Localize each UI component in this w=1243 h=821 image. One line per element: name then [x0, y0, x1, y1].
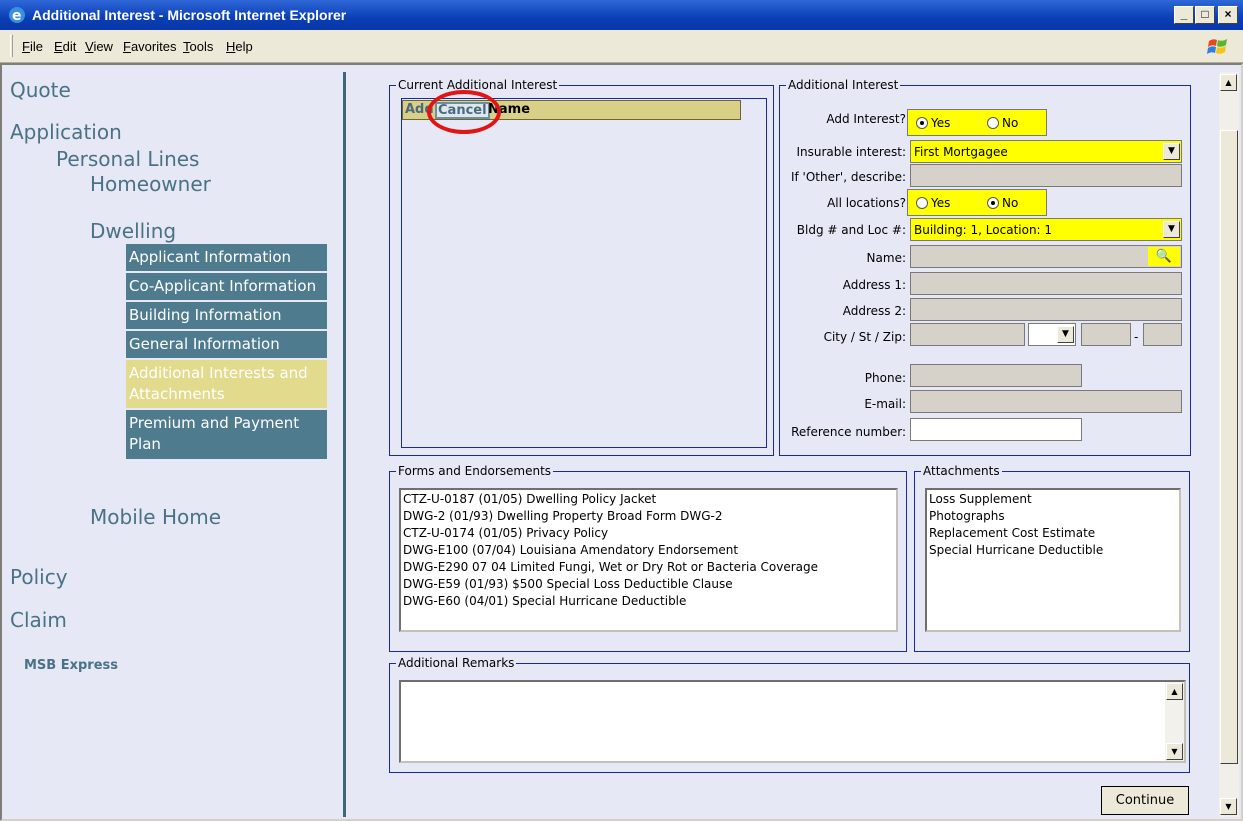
- scroll-up-icon[interactable]: ▲: [1166, 683, 1183, 700]
- left-navigation: Quote Application Personal Lines Homeown…: [10, 72, 346, 817]
- add-interest-label: Add Interest?: [826, 112, 906, 126]
- chevron-down-icon: ▼: [1163, 221, 1180, 238]
- city-input[interactable]: [910, 323, 1025, 346]
- toolbar-grip: [10, 35, 13, 57]
- nav-quote[interactable]: Quote: [10, 78, 71, 102]
- zip-extension-input[interactable]: [1143, 323, 1182, 346]
- chevron-down-icon: ▼: [1163, 143, 1180, 160]
- page-scrollbar[interactable]: ▲ ▼: [1219, 72, 1239, 817]
- list-item[interactable]: Replacement Cost Estimate: [929, 525, 1177, 542]
- insurable-interest-select[interactable]: First Mortgagee ▼: [910, 140, 1182, 163]
- scroll-down-icon[interactable]: ▼: [1166, 743, 1183, 760]
- list-item[interactable]: DWG-2 (01/93) Dwelling Property Broad Fo…: [403, 508, 894, 525]
- name-label: Name:: [866, 251, 906, 265]
- internet-explorer-icon: e: [9, 7, 25, 24]
- nav-homeowner[interactable]: Homeowner: [90, 172, 211, 196]
- list-item[interactable]: DWG-E59 (01/93) $500 Special Loss Deduct…: [403, 576, 894, 593]
- email-input[interactable]: [910, 390, 1182, 413]
- address1-label: Address 1:: [842, 278, 906, 292]
- menu-help[interactable]: Help: [226, 39, 253, 54]
- scrollbar-thumb[interactable]: [1220, 130, 1238, 764]
- remarks-legend: Additional Remarks: [398, 656, 515, 670]
- menu-view[interactable]: View: [85, 39, 113, 54]
- name-input[interactable]: 🔍: [910, 245, 1182, 268]
- nav-msb-express[interactable]: MSB Express: [24, 658, 118, 673]
- all-locations-radio-group: Yes No: [907, 189, 1047, 216]
- nav-building-information[interactable]: Building Information: [126, 302, 327, 331]
- bldg-loc-select[interactable]: Building: 1, Location: 1 ▼: [910, 218, 1182, 241]
- scroll-up-icon[interactable]: ▲: [1220, 74, 1237, 91]
- all-locations-yes-radio[interactable]: Yes: [916, 196, 950, 210]
- nav-applicant-information[interactable]: Applicant Information: [126, 244, 327, 273]
- menu-file[interactable]: File: [22, 39, 43, 54]
- nav-policy[interactable]: Policy: [10, 565, 68, 589]
- address2-input[interactable]: [910, 298, 1182, 321]
- scroll-down-icon[interactable]: ▼: [1220, 798, 1237, 815]
- chevron-down-icon: ▼: [1057, 326, 1074, 343]
- windows-logo-icon: [1207, 39, 1227, 54]
- insurable-interest-label: Insurable interest:: [796, 145, 906, 159]
- city-st-zip-label: City / St / Zip:: [823, 330, 906, 344]
- all-locations-no-radio[interactable]: No: [987, 196, 1018, 210]
- zip-dash: -: [1134, 330, 1139, 344]
- zip-input[interactable]: [1081, 323, 1131, 346]
- list-item[interactable]: Photographs: [929, 508, 1177, 525]
- attachments-legend: Attachments: [923, 464, 1000, 478]
- binoculars-icon[interactable]: 🔍: [1148, 247, 1180, 266]
- nav-mobile-home[interactable]: Mobile Home: [90, 505, 221, 529]
- nav-personal-lines[interactable]: Personal Lines: [56, 147, 199, 171]
- nav-dwelling[interactable]: Dwelling: [90, 219, 176, 243]
- state-select[interactable]: ▼: [1028, 323, 1076, 346]
- forms-list[interactable]: CTZ-U-0187 (01/05) Dwelling Policy Jacke…: [399, 488, 898, 632]
- list-item[interactable]: DWG-E290 07 04 Limited Fungi, Wet or Dry…: [403, 559, 894, 576]
- continue-button[interactable]: Continue: [1101, 786, 1189, 815]
- other-describe-input[interactable]: [910, 164, 1182, 187]
- additional-interest-legend: Additional Interest: [788, 78, 899, 92]
- list-item[interactable]: CTZ-U-0174 (01/05) Privacy Policy: [403, 525, 894, 542]
- all-locations-label: All locations?: [827, 196, 906, 210]
- menu-edit[interactable]: Edit: [54, 39, 76, 54]
- other-describe-label: If 'Other', describe:: [790, 170, 906, 184]
- email-label: E-mail:: [864, 397, 906, 411]
- phone-input[interactable]: [910, 364, 1082, 387]
- close-button[interactable]: ×: [1218, 6, 1238, 24]
- reference-number-label: Reference number:: [791, 425, 906, 439]
- add-interest-yes-radio[interactable]: Yes: [916, 116, 950, 130]
- bldg-loc-label: Bldg # and Loc #:: [796, 223, 906, 237]
- list-item[interactable]: Loss Supplement: [929, 491, 1177, 508]
- current-interest-legend: Current Additional Interest: [398, 78, 558, 92]
- list-item[interactable]: Special Hurricane Deductible: [929, 542, 1177, 559]
- list-item[interactable]: DWG-E100 (07/04) Louisiana Amendatory En…: [403, 542, 894, 559]
- nav-additional-interests-and-attachments[interactable]: Additional Interests and Attachments: [126, 360, 327, 410]
- add-interest-no-radio[interactable]: No: [987, 116, 1018, 130]
- current-interest-list: [401, 98, 767, 448]
- window-title: Additional Interest - Microsoft Internet…: [32, 7, 347, 23]
- window-titlebar: e Additional Interest - Microsoft Intern…: [0, 0, 1243, 30]
- minimize-button[interactable]: _: [1174, 6, 1194, 24]
- reference-number-input[interactable]: [910, 418, 1082, 441]
- annotation-circle: [427, 90, 501, 134]
- attachments-list[interactable]: Loss Supplement Photographs Replacement …: [925, 488, 1181, 632]
- list-item[interactable]: CTZ-U-0187 (01/05) Dwelling Policy Jacke…: [403, 491, 894, 508]
- remarks-textarea[interactable]: ▲ ▼: [399, 680, 1186, 763]
- nav-co-applicant-information[interactable]: Co-Applicant Information: [126, 273, 327, 302]
- main-content: Current Additional Interest Add Cancel N…: [349, 72, 1219, 817]
- svg-text:e: e: [12, 8, 22, 24]
- list-item[interactable]: DWG-E60 (04/01) Special Hurricane Deduct…: [403, 593, 894, 610]
- remarks-scrollbar[interactable]: ▲ ▼: [1165, 682, 1184, 761]
- nav-application[interactable]: Application: [10, 120, 122, 144]
- nav-claim[interactable]: Claim: [10, 608, 67, 632]
- forms-legend: Forms and Endorsements: [398, 464, 552, 478]
- address1-input[interactable]: [910, 272, 1182, 295]
- phone-label: Phone:: [864, 371, 906, 385]
- menu-favorites[interactable]: Favorites: [123, 39, 176, 54]
- maximize-button[interactable]: □: [1195, 6, 1215, 24]
- menu-tools[interactable]: Tools: [183, 39, 213, 54]
- address2-label: Address 2:: [842, 304, 906, 318]
- nav-premium-and-payment-plan[interactable]: Premium and Payment Plan: [126, 410, 327, 461]
- nav-general-information[interactable]: General Information: [126, 331, 327, 360]
- add-interest-radio-group: Yes No: [907, 109, 1047, 136]
- menu-bar: File Edit View Favorites Tools Help: [0, 30, 1243, 63]
